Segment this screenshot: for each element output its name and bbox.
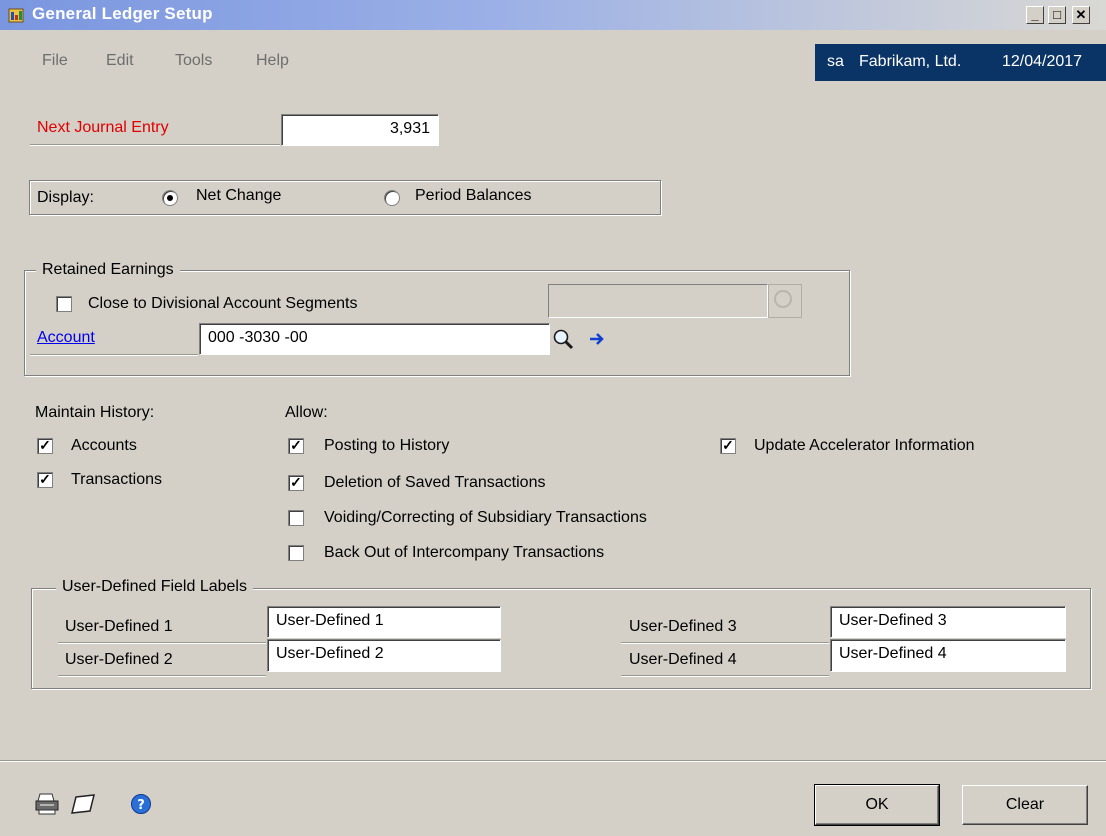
- disabled-lookup-icon: [774, 290, 792, 308]
- voiding-correcting-label[interactable]: Voiding/Correcting of Subsidiary Transac…: [324, 509, 647, 527]
- accounts-history-label[interactable]: Accounts: [71, 437, 137, 455]
- minimize-button[interactable]: _: [1026, 6, 1044, 24]
- back-out-intercompany-label[interactable]: Back Out of Intercompany Transactions: [324, 544, 604, 562]
- transactions-history-checkbox[interactable]: ✓: [37, 472, 53, 488]
- menu-help[interactable]: Help: [256, 52, 289, 70]
- user-defined-2-label: User-Defined 2: [65, 651, 173, 668]
- user-defined-4-field[interactable]: User-Defined 4: [830, 639, 1066, 672]
- update-accelerator-checkbox[interactable]: ✓: [720, 438, 736, 454]
- close-divisional-checkbox[interactable]: [56, 296, 72, 312]
- user-company-date-bar[interactable]: sa Fabrikam, Ltd. 12/04/2017: [815, 44, 1106, 81]
- account-expansion-button[interactable]: [586, 328, 608, 350]
- net-change-label[interactable]: Net Change: [196, 187, 281, 205]
- display-label: Display:: [37, 189, 94, 206]
- user-defined-1-label: User-Defined 1: [65, 618, 173, 635]
- user-defined-title: User-Defined Field Labels: [56, 578, 253, 596]
- svg-text:?: ?: [137, 798, 145, 813]
- note-icon: [71, 794, 95, 814]
- label-underline: [30, 144, 280, 145]
- transactions-history-label[interactable]: Transactions: [71, 471, 162, 489]
- menu-tools[interactable]: Tools: [175, 52, 212, 70]
- back-out-intercompany-checkbox[interactable]: [288, 545, 304, 561]
- net-change-radio[interactable]: [162, 190, 178, 206]
- menu-file[interactable]: File: [42, 52, 68, 70]
- menu-edit[interactable]: Edit: [106, 52, 134, 70]
- user-defined-3-label: User-Defined 3: [629, 618, 737, 635]
- retained-earnings-title: Retained Earnings: [36, 261, 180, 279]
- note-button[interactable]: [70, 793, 96, 815]
- help-icon: ?: [131, 794, 151, 814]
- posting-history-checkbox[interactable]: ✓: [288, 438, 304, 454]
- print-button[interactable]: [34, 792, 60, 816]
- label-underline: [621, 675, 829, 676]
- radio-selected-dot: [167, 195, 173, 201]
- label-underline: [58, 675, 266, 676]
- user-defined-4-label: User-Defined 4: [629, 651, 737, 668]
- period-balances-label[interactable]: Period Balances: [415, 187, 532, 205]
- printer-icon: [35, 793, 59, 815]
- divisional-lookup-button: [768, 284, 802, 318]
- deletion-saved-label[interactable]: Deletion of Saved Transactions: [324, 474, 545, 492]
- expansion-arrow-icon: [590, 333, 604, 345]
- maximize-button[interactable]: □: [1048, 6, 1066, 24]
- display-group: [29, 180, 661, 215]
- close-divisional-label[interactable]: Close to Divisional Account Segments: [88, 295, 357, 313]
- account-link[interactable]: Account: [37, 329, 95, 347]
- app-icon: [8, 8, 24, 23]
- user-date: 12/04/2017: [1002, 53, 1083, 70]
- user-defined-3-field[interactable]: User-Defined 3: [830, 606, 1066, 638]
- update-accelerator-label[interactable]: Update Accelerator Information: [754, 437, 975, 455]
- window-title: General Ledger Setup: [32, 4, 213, 23]
- accounts-history-checkbox[interactable]: ✓: [37, 438, 53, 454]
- deletion-saved-checkbox[interactable]: ✓: [288, 475, 304, 491]
- allow-label: Allow:: [285, 404, 328, 421]
- next-journal-entry-label: Next Journal Entry: [37, 119, 169, 136]
- label-underline: [30, 354, 198, 355]
- posting-history-label[interactable]: Posting to History: [324, 437, 449, 455]
- user-defined-1-field[interactable]: User-Defined 1: [267, 606, 501, 638]
- ok-button[interactable]: OK: [814, 784, 940, 826]
- account-field[interactable]: 000 -3030 -00: [199, 323, 550, 355]
- company-name: Fabrikam, Ltd.: [859, 53, 962, 70]
- close-button[interactable]: ✕: [1072, 6, 1090, 24]
- help-button[interactable]: ?: [130, 793, 152, 815]
- divisional-segment-field: [548, 284, 768, 318]
- label-underline: [58, 642, 266, 643]
- maintain-history-label: Maintain History:: [35, 404, 155, 421]
- clear-button[interactable]: Clear: [962, 785, 1088, 825]
- voiding-correcting-checkbox[interactable]: [288, 510, 304, 526]
- next-journal-entry-field[interactable]: 3,931: [281, 114, 439, 146]
- label-underline: [621, 642, 829, 643]
- lookup-icon: [553, 329, 574, 350]
- period-balances-radio[interactable]: [384, 190, 400, 206]
- user-name: sa: [827, 53, 844, 70]
- account-lookup-button[interactable]: [552, 328, 574, 350]
- footer-divider: [0, 760, 1106, 761]
- user-defined-2-field[interactable]: User-Defined 2: [267, 639, 501, 672]
